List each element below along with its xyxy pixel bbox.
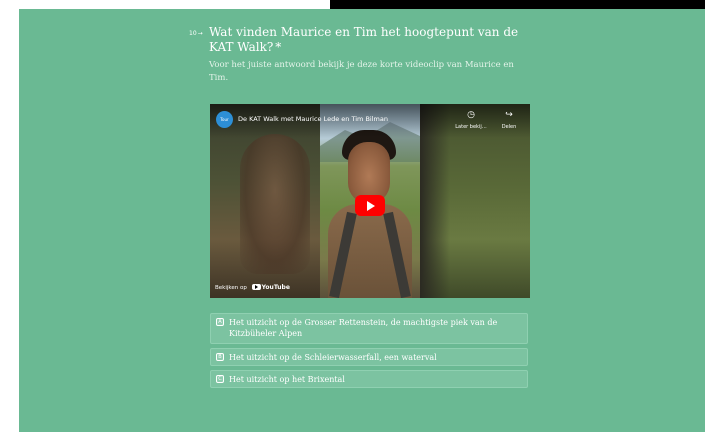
question-number: 10→ (189, 30, 203, 37)
youtube-logo: YouTube (251, 284, 290, 291)
option-c[interactable]: C Het uitzicht op het Brixental (210, 370, 528, 388)
share-button[interactable]: ↪ Delen (492, 110, 526, 130)
clock-icon: ◷ (467, 110, 475, 120)
play-icon (367, 201, 375, 211)
play-button[interactable] (355, 195, 385, 216)
video-top-bar: Tour De KAT Walk met Maurice Lede en Tim… (210, 104, 530, 138)
share-arrow-icon: ↪ (505, 110, 513, 120)
watch-later-button[interactable]: ◷ Later bekij… (454, 110, 488, 130)
question-description: Voor het juiste antwoord bekijk je deze … (209, 60, 514, 83)
arrow-right-icon: → (197, 30, 203, 37)
question-title: Wat vinden Maurice en Tim het hoogtepunt… (209, 25, 519, 54)
top-black-strip (330, 0, 705, 9)
option-label: Het uitzicht op het Brixental (229, 375, 345, 384)
option-label: Het uitzicht op de Schleierwasserfall, e… (229, 353, 437, 362)
watch-on-youtube-link[interactable]: Bekijken op YouTube (215, 284, 290, 291)
channel-avatar[interactable]: Tour (216, 111, 233, 128)
form-panel: 10→ Wat vinden Maurice en Tim het hoogte… (19, 9, 705, 432)
youtube-play-icon (251, 284, 261, 290)
video-title[interactable]: De KAT Walk met Maurice Lede en Tim Bilm… (238, 115, 388, 123)
watch-later-label: Later bekij… (455, 124, 487, 130)
video-player[interactable]: Tour De KAT Walk met Maurice Lede en Tim… (210, 104, 530, 298)
option-b[interactable]: B Het uitzicht op de Schleierwasserfall,… (210, 348, 528, 366)
option-key-a: A (216, 318, 224, 326)
share-label: Delen (501, 124, 517, 130)
option-key-c: C (216, 375, 224, 383)
required-mark: * (275, 40, 282, 54)
option-a[interactable]: A Het uitzicht op de Grosser Rettenstein… (210, 313, 528, 344)
option-key-b: B (216, 353, 224, 361)
option-label: Het uitzicht op de Grosser Rettenstein, … (229, 318, 498, 338)
